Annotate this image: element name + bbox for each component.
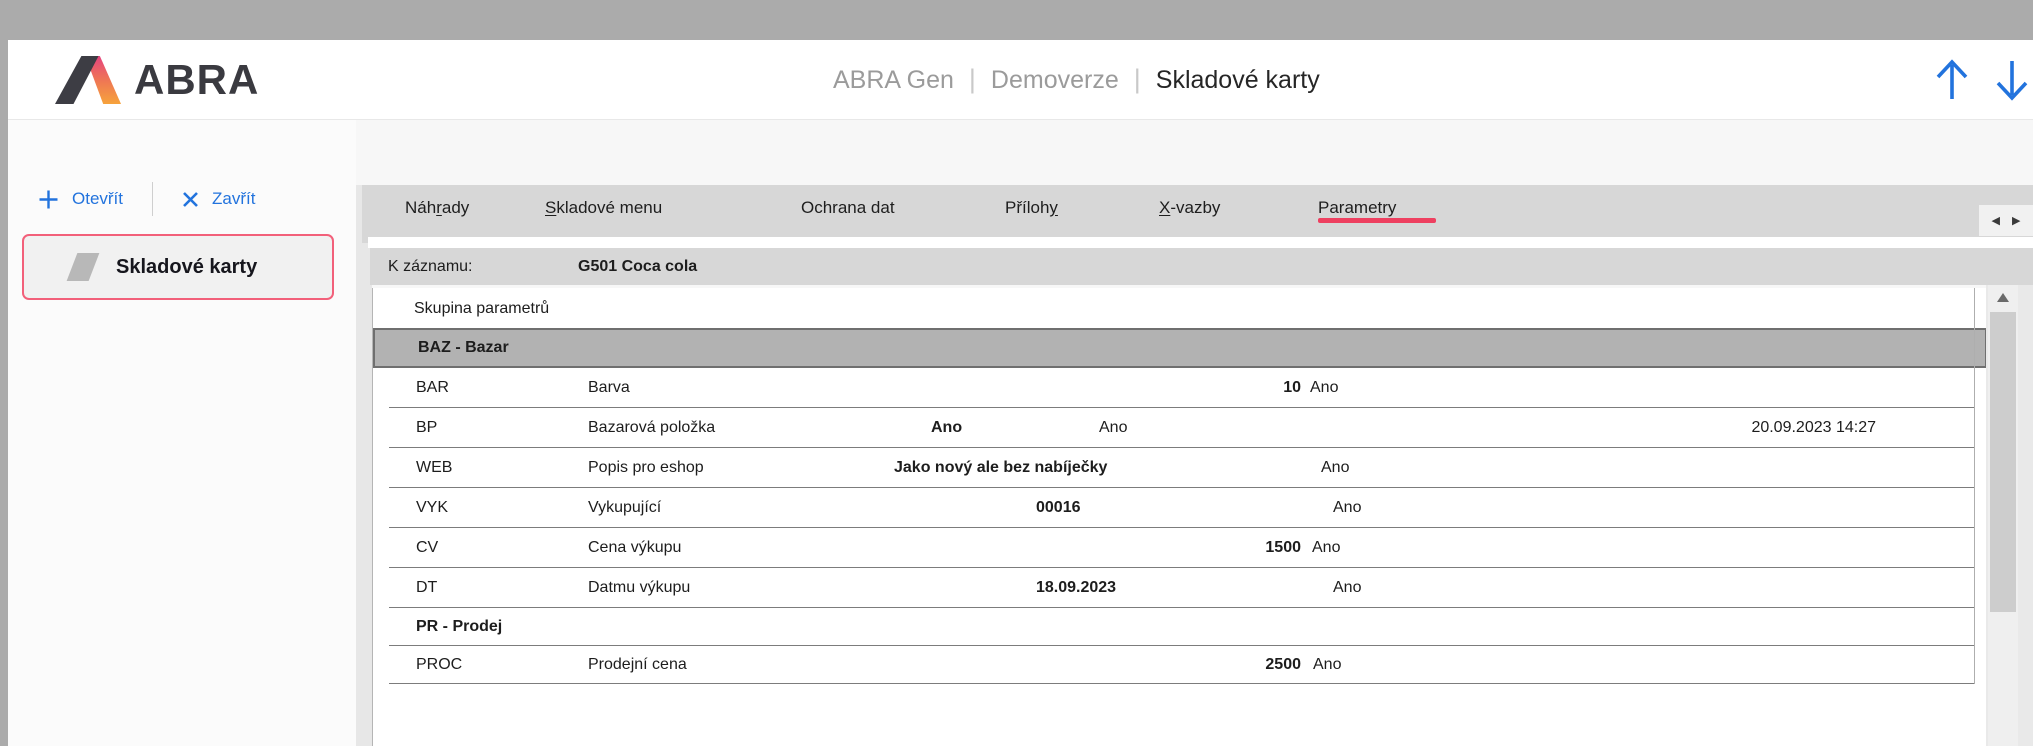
tab-skladove-menu[interactable]: Skladové menu bbox=[545, 198, 662, 218]
table-row-bp[interactable]: BP Bazarová položka Ano Ano 20.09.2023 1… bbox=[373, 408, 1987, 448]
tab-parametry[interactable]: Parametry bbox=[1318, 198, 1396, 218]
vertical-scrollbar[interactable] bbox=[1988, 285, 2018, 746]
record-navigation bbox=[1934, 40, 2030, 120]
table-row-vyk[interactable]: VYK Vykupující 00016 Ano bbox=[373, 488, 1987, 528]
breadcrumb-separator: | bbox=[968, 63, 976, 94]
sidebar-item-skladove-karty[interactable]: Skladové karty bbox=[22, 234, 334, 300]
column-header-skupina: Skupina parametrů bbox=[414, 300, 550, 317]
separator-strip bbox=[368, 237, 2033, 248]
table-row-dt[interactable]: DT Datmu výkupu 18.09.2023 Ano bbox=[373, 568, 1987, 608]
breadcrumb: ABRA Gen | Demoverze | Skladové karty bbox=[833, 40, 1320, 120]
header: ABRA ABRA Gen | Demoverze | Skladové kar… bbox=[8, 40, 2033, 120]
open-button-label: Otevřít bbox=[72, 189, 124, 208]
breadcrumb-env: Demoverze bbox=[990, 65, 1119, 94]
tab-scroll-right-icon[interactable]: ▶ bbox=[2012, 214, 2020, 227]
record-label: K záznamu: bbox=[388, 258, 473, 275]
sidebar: Otevřít Zavřít Skladové karty bbox=[8, 120, 356, 746]
active-tab-underline bbox=[1318, 218, 1436, 223]
table-row-bar[interactable]: BAR Barva 10 Ano bbox=[373, 368, 1987, 408]
breadcrumb-app: ABRA Gen bbox=[833, 65, 954, 94]
tab-prilohy[interactable]: Přílohy bbox=[1005, 198, 1058, 218]
abra-logo: ABRA bbox=[55, 40, 259, 120]
scroll-up-icon[interactable] bbox=[1997, 293, 2009, 302]
logo-text: ABRA bbox=[134, 56, 260, 103]
tab-nahrady[interactable]: Náhrady bbox=[405, 198, 469, 218]
tab-scroller: ◀ ▶ bbox=[1979, 205, 2033, 236]
table-row-cv[interactable]: CV Cena výkupu 1500 Ano bbox=[373, 528, 1987, 568]
column-divider bbox=[1974, 288, 1975, 684]
plus-icon bbox=[39, 190, 58, 208]
breadcrumb-separator: | bbox=[1133, 63, 1141, 94]
close-button-label: Zavřít bbox=[212, 189, 256, 208]
record-value: G501 Coca cola bbox=[578, 258, 698, 275]
sidebar-toolbar: Otevřít Zavřít bbox=[38, 182, 255, 216]
abra-logo-icon bbox=[55, 56, 121, 104]
table-row-web[interactable]: WEB Popis pro eshop Jako nový ale bez na… bbox=[373, 448, 1987, 488]
record-bar: K záznamu: G501 Coca cola bbox=[370, 248, 2033, 285]
tab-ochrana-dat[interactable]: Ochrana dat bbox=[801, 198, 895, 218]
toolbar-divider bbox=[152, 182, 154, 216]
parameter-table: Skupina parametrů BAZ - Bazar BAR Barva … bbox=[372, 288, 1987, 746]
close-icon bbox=[183, 191, 198, 207]
group-row-baz[interactable]: BAZ - Bazar bbox=[373, 328, 1987, 368]
close-button[interactable]: Zavřít bbox=[182, 189, 255, 209]
page-title: Skladové karty bbox=[1155, 65, 1320, 94]
tab-scroll-left-icon[interactable]: ◀ bbox=[1992, 214, 2000, 227]
tab-x-vazby[interactable]: X-vazby bbox=[1159, 198, 1220, 218]
arrow-up-icon[interactable] bbox=[1934, 58, 1970, 102]
stock-card-icon bbox=[66, 253, 100, 281]
table-header-row: Skupina parametrů bbox=[373, 290, 1987, 328]
tab-bar: Náhrady Skladové menu Ochrana dat Příloh… bbox=[362, 185, 2033, 243]
group-row-pr[interactable]: PR - Prodej bbox=[373, 608, 1987, 646]
open-button[interactable]: Otevřít bbox=[38, 189, 123, 210]
table-row-proc[interactable]: PROC Prodejní cena 2500 Ano bbox=[373, 646, 1987, 684]
arrow-down-icon[interactable] bbox=[1994, 58, 2030, 102]
scrollbar-thumb[interactable] bbox=[1990, 312, 2016, 612]
sidebar-item-label: Skladové karty bbox=[116, 255, 258, 278]
